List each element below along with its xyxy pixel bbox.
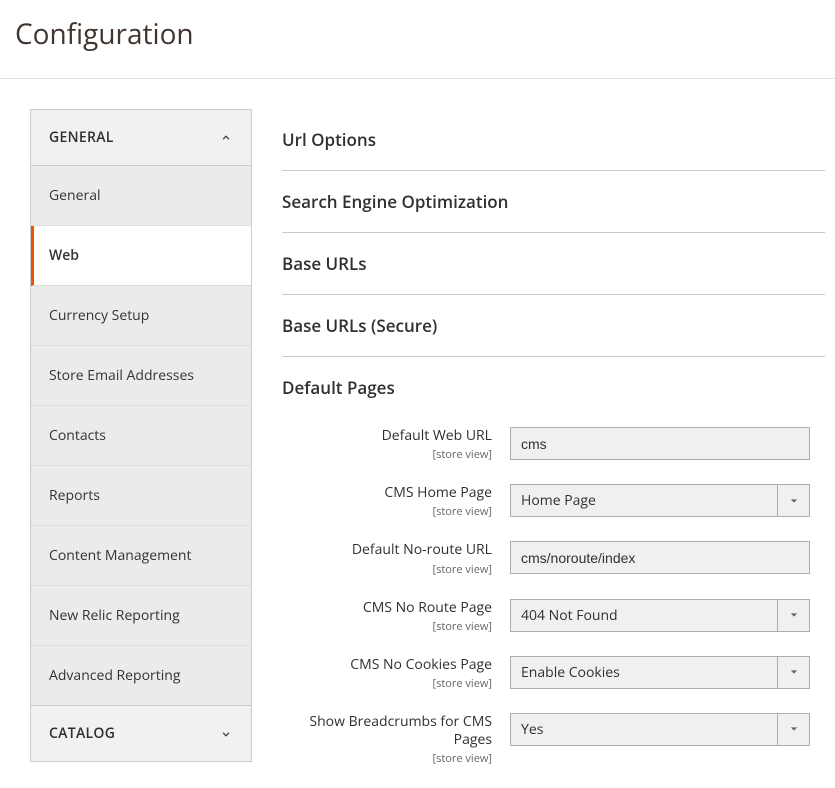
field-default-noroute-url: Default No-route URL [store view] bbox=[282, 541, 825, 576]
sidebar-item-new-relic[interactable]: New Relic Reporting bbox=[31, 586, 251, 646]
section-base-urls-secure[interactable]: Base URLs (Secure) bbox=[282, 295, 825, 357]
field-control-wrap bbox=[510, 427, 810, 460]
sidebar-item-label: General bbox=[49, 186, 101, 205]
select-value: Enable Cookies bbox=[511, 663, 777, 682]
field-label-wrap: Show Breadcrumbs for CMS Pages [store vi… bbox=[282, 713, 510, 766]
field-label: Default Web URL bbox=[282, 427, 492, 445]
cms-no-route-select[interactable]: 404 Not Found bbox=[510, 599, 810, 632]
field-scope: [store view] bbox=[282, 447, 492, 462]
default-web-url-input[interactable] bbox=[510, 427, 810, 460]
field-cms-no-cookies-page: CMS No Cookies Page [store view] Enable … bbox=[282, 656, 825, 691]
field-default-web-url: Default Web URL [store view] bbox=[282, 427, 825, 462]
field-control-wrap bbox=[510, 541, 810, 574]
caret-down-icon bbox=[777, 485, 809, 516]
field-control-wrap: Enable Cookies bbox=[510, 656, 810, 689]
cms-no-cookies-select[interactable]: Enable Cookies bbox=[510, 656, 810, 689]
sidebar-item-label: Reports bbox=[49, 486, 100, 505]
sidebar-group-catalog: CATALOG bbox=[30, 706, 252, 762]
sidebar-item-general[interactable]: General bbox=[31, 166, 251, 226]
sidebar-item-advanced-reporting[interactable]: Advanced Reporting bbox=[31, 646, 251, 705]
field-cms-no-route-page: CMS No Route Page [store view] 404 Not F… bbox=[282, 599, 825, 634]
field-scope: [store view] bbox=[282, 562, 492, 577]
field-label: CMS Home Page bbox=[282, 484, 492, 502]
chevron-up-icon bbox=[219, 131, 233, 145]
page-title: Configuration bbox=[15, 15, 820, 53]
field-label: Show Breadcrumbs for CMS Pages bbox=[282, 713, 492, 749]
caret-down-icon bbox=[777, 600, 809, 631]
content-container: GENERAL General Web Currency Setup Store… bbox=[0, 79, 835, 788]
sidebar-group-head-catalog[interactable]: CATALOG bbox=[31, 706, 251, 761]
field-label-wrap: CMS No Cookies Page [store view] bbox=[282, 656, 510, 691]
sidebar-group-label: CATALOG bbox=[49, 724, 115, 743]
select-value: Yes bbox=[511, 720, 777, 739]
caret-down-icon bbox=[777, 657, 809, 688]
field-label-wrap: CMS No Route Page [store view] bbox=[282, 599, 510, 634]
sidebar-group-general: GENERAL General Web Currency Setup Store… bbox=[30, 109, 252, 706]
field-scope: [store view] bbox=[282, 504, 492, 519]
section-default-pages[interactable]: Default Pages bbox=[282, 357, 825, 427]
field-label: Default No-route URL bbox=[282, 541, 492, 559]
sidebar-group-head-general[interactable]: GENERAL bbox=[31, 110, 251, 166]
sidebar-item-contacts[interactable]: Contacts bbox=[31, 406, 251, 466]
main-panel: Url Options Search Engine Optimization B… bbox=[282, 109, 835, 788]
sidebar-item-label: Currency Setup bbox=[49, 306, 149, 325]
sidebar-item-store-email[interactable]: Store Email Addresses bbox=[31, 346, 251, 406]
field-label: CMS No Cookies Page bbox=[282, 656, 492, 674]
field-label-wrap: Default Web URL [store view] bbox=[282, 427, 510, 462]
select-value: 404 Not Found bbox=[511, 606, 777, 625]
field-scope: [store view] bbox=[282, 676, 492, 691]
field-scope: [store view] bbox=[282, 619, 492, 634]
show-breadcrumbs-select[interactable]: Yes bbox=[510, 713, 810, 746]
sidebar-item-label: New Relic Reporting bbox=[49, 606, 180, 625]
field-label-wrap: Default No-route URL [store view] bbox=[282, 541, 510, 576]
chevron-down-icon bbox=[219, 727, 233, 741]
field-label: CMS No Route Page bbox=[282, 599, 492, 617]
field-control-wrap: 404 Not Found bbox=[510, 599, 810, 632]
select-value: Home Page bbox=[511, 491, 777, 510]
sidebar-item-reports[interactable]: Reports bbox=[31, 466, 251, 526]
sidebar: GENERAL General Web Currency Setup Store… bbox=[30, 109, 252, 788]
field-control-wrap: Home Page bbox=[510, 484, 810, 517]
field-cms-home-page: CMS Home Page [store view] Home Page bbox=[282, 484, 825, 519]
default-noroute-url-input[interactable] bbox=[510, 541, 810, 574]
section-url-options[interactable]: Url Options bbox=[282, 109, 825, 171]
sidebar-item-label: Content Management bbox=[49, 546, 192, 565]
field-label-wrap: CMS Home Page [store view] bbox=[282, 484, 510, 519]
sidebar-item-label: Web bbox=[49, 246, 79, 265]
sidebar-item-label: Advanced Reporting bbox=[49, 666, 180, 685]
page-header: Configuration bbox=[0, 0, 835, 79]
sidebar-item-label: Store Email Addresses bbox=[49, 366, 194, 385]
caret-down-icon bbox=[777, 714, 809, 745]
sidebar-item-content-management[interactable]: Content Management bbox=[31, 526, 251, 586]
section-seo[interactable]: Search Engine Optimization bbox=[282, 171, 825, 233]
sidebar-item-web[interactable]: Web bbox=[31, 226, 251, 286]
sidebar-item-currency-setup[interactable]: Currency Setup bbox=[31, 286, 251, 346]
sidebar-group-label: GENERAL bbox=[49, 128, 114, 147]
field-scope: [store view] bbox=[282, 751, 492, 766]
field-control-wrap: Yes bbox=[510, 713, 810, 746]
section-base-urls[interactable]: Base URLs bbox=[282, 233, 825, 295]
field-show-breadcrumbs: Show Breadcrumbs for CMS Pages [store vi… bbox=[282, 713, 825, 766]
cms-home-page-select[interactable]: Home Page bbox=[510, 484, 810, 517]
sidebar-item-label: Contacts bbox=[49, 426, 106, 445]
